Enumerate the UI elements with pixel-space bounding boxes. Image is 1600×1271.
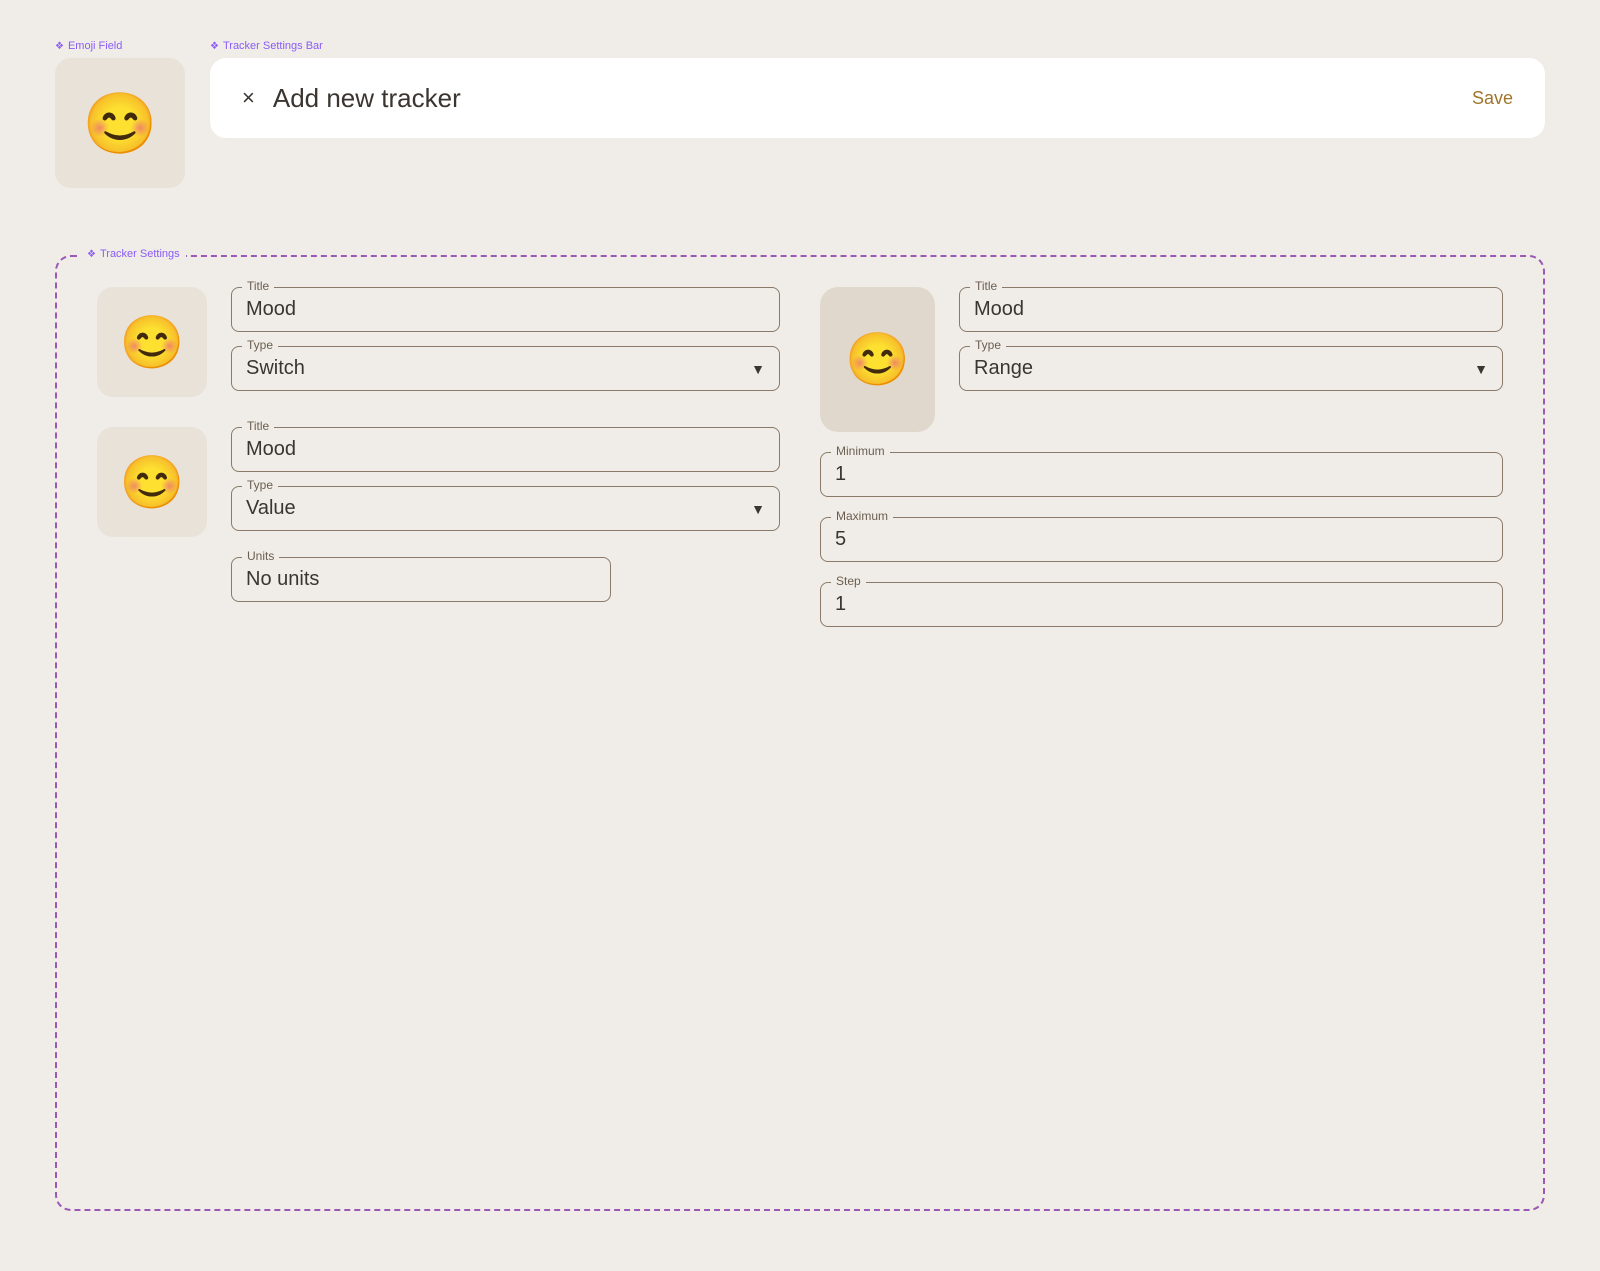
tracker-bar-section: Tracker Settings Bar × Add new tracker S… [210, 40, 1545, 138]
card2-fields: Title Mood Type Value ▼ [231, 427, 780, 531]
settings-left: 😊 Title Mood Type Switch ▼ [97, 287, 780, 1169]
card1-type-label: Type [242, 338, 278, 352]
diamond-icon-settings [87, 248, 96, 260]
card1-title-label: Title [242, 279, 274, 293]
settings-inner: 😊 Title Mood Type Switch ▼ [97, 287, 1503, 1169]
card2-title-field[interactable]: Title Mood [231, 427, 780, 472]
card3-maximum-label: Maximum [831, 509, 893, 523]
card3-step-value: 1 [835, 591, 1488, 616]
card3-type-field[interactable]: Type Range ▼ [959, 346, 1503, 391]
tracker-settings-section: Tracker Settings 😊 Title Mood Type [55, 255, 1545, 1211]
card2-units-label: Units [242, 549, 279, 563]
tracker-bar: × Add new tracker Save [210, 58, 1545, 138]
card1-type-field[interactable]: Type Switch ▼ [231, 346, 780, 391]
card3-step-label: Step [831, 574, 866, 588]
card3-title-value: Mood [974, 296, 1488, 321]
tracker-settings-label: Tracker Settings [81, 248, 186, 260]
card2-title-label: Title [242, 419, 274, 433]
save-button[interactable]: Save [1472, 88, 1513, 109]
card3-minimum-value: 1 [835, 461, 1488, 486]
tracker-card-2: 😊 Title Mood Type Value ▼ [97, 427, 780, 537]
card3-maximum-field[interactable]: Maximum 5 [820, 517, 1503, 562]
card3-type-select[interactable]: Range ▼ [974, 355, 1488, 380]
card2-type-arrow: ▼ [751, 501, 765, 517]
card2-type-field[interactable]: Type Value ▼ [231, 486, 780, 531]
card3-minimum-field[interactable]: Minimum 1 [820, 452, 1503, 497]
emoji-field-emoji: 😊 [83, 88, 158, 159]
card1-emoji[interactable]: 😊 [97, 287, 207, 397]
emoji-field-label: Emoji Field [55, 40, 185, 52]
card2-title-value: Mood [246, 436, 765, 461]
card1-title-value: Mood [246, 296, 765, 321]
card1-type-arrow: ▼ [751, 361, 765, 377]
card2-emoji[interactable]: 😊 [97, 427, 207, 537]
card3-emoji[interactable]: 😊 [820, 287, 935, 432]
card2-type-select[interactable]: Value ▼ [246, 495, 765, 520]
card2-units-value: No units [246, 566, 596, 591]
card3-step-field[interactable]: Step 1 [820, 582, 1503, 627]
tracker-bar-label: Tracker Settings Bar [210, 40, 1545, 52]
card1-fields: Title Mood Type Switch ▼ [231, 287, 780, 391]
card3-title-field[interactable]: Title Mood [959, 287, 1503, 332]
card1-type-select[interactable]: Switch ▼ [246, 355, 765, 380]
card3-maximum-value: 5 [835, 526, 1488, 551]
close-button[interactable]: × [242, 87, 255, 109]
card3-title-label: Title [970, 279, 1002, 293]
tracker-bar-title: Add new tracker [273, 83, 461, 114]
card3-fields: Title Mood Type Range ▼ [959, 287, 1503, 391]
card2-units-field[interactable]: Units No units [231, 557, 611, 602]
card3-type-arrow: ▼ [1474, 361, 1488, 377]
tracker-bar-left: × Add new tracker [242, 83, 461, 114]
card3-minimum-label: Minimum [831, 444, 890, 458]
settings-right: 😊 Title Mood Type Range ▼ [820, 287, 1503, 1169]
emoji-field-section: Emoji Field 😊 [55, 40, 185, 188]
tracker-card-3: 😊 Title Mood Type Range ▼ [820, 287, 1503, 432]
emoji-field-box[interactable]: 😊 [55, 58, 185, 188]
tracker-card-1: 😊 Title Mood Type Switch ▼ [97, 287, 780, 397]
card3-type-label: Type [970, 338, 1006, 352]
diamond-icon-bar [210, 40, 219, 52]
diamond-icon [55, 40, 64, 52]
card1-title-field[interactable]: Title Mood [231, 287, 780, 332]
card2-type-label: Type [242, 478, 278, 492]
